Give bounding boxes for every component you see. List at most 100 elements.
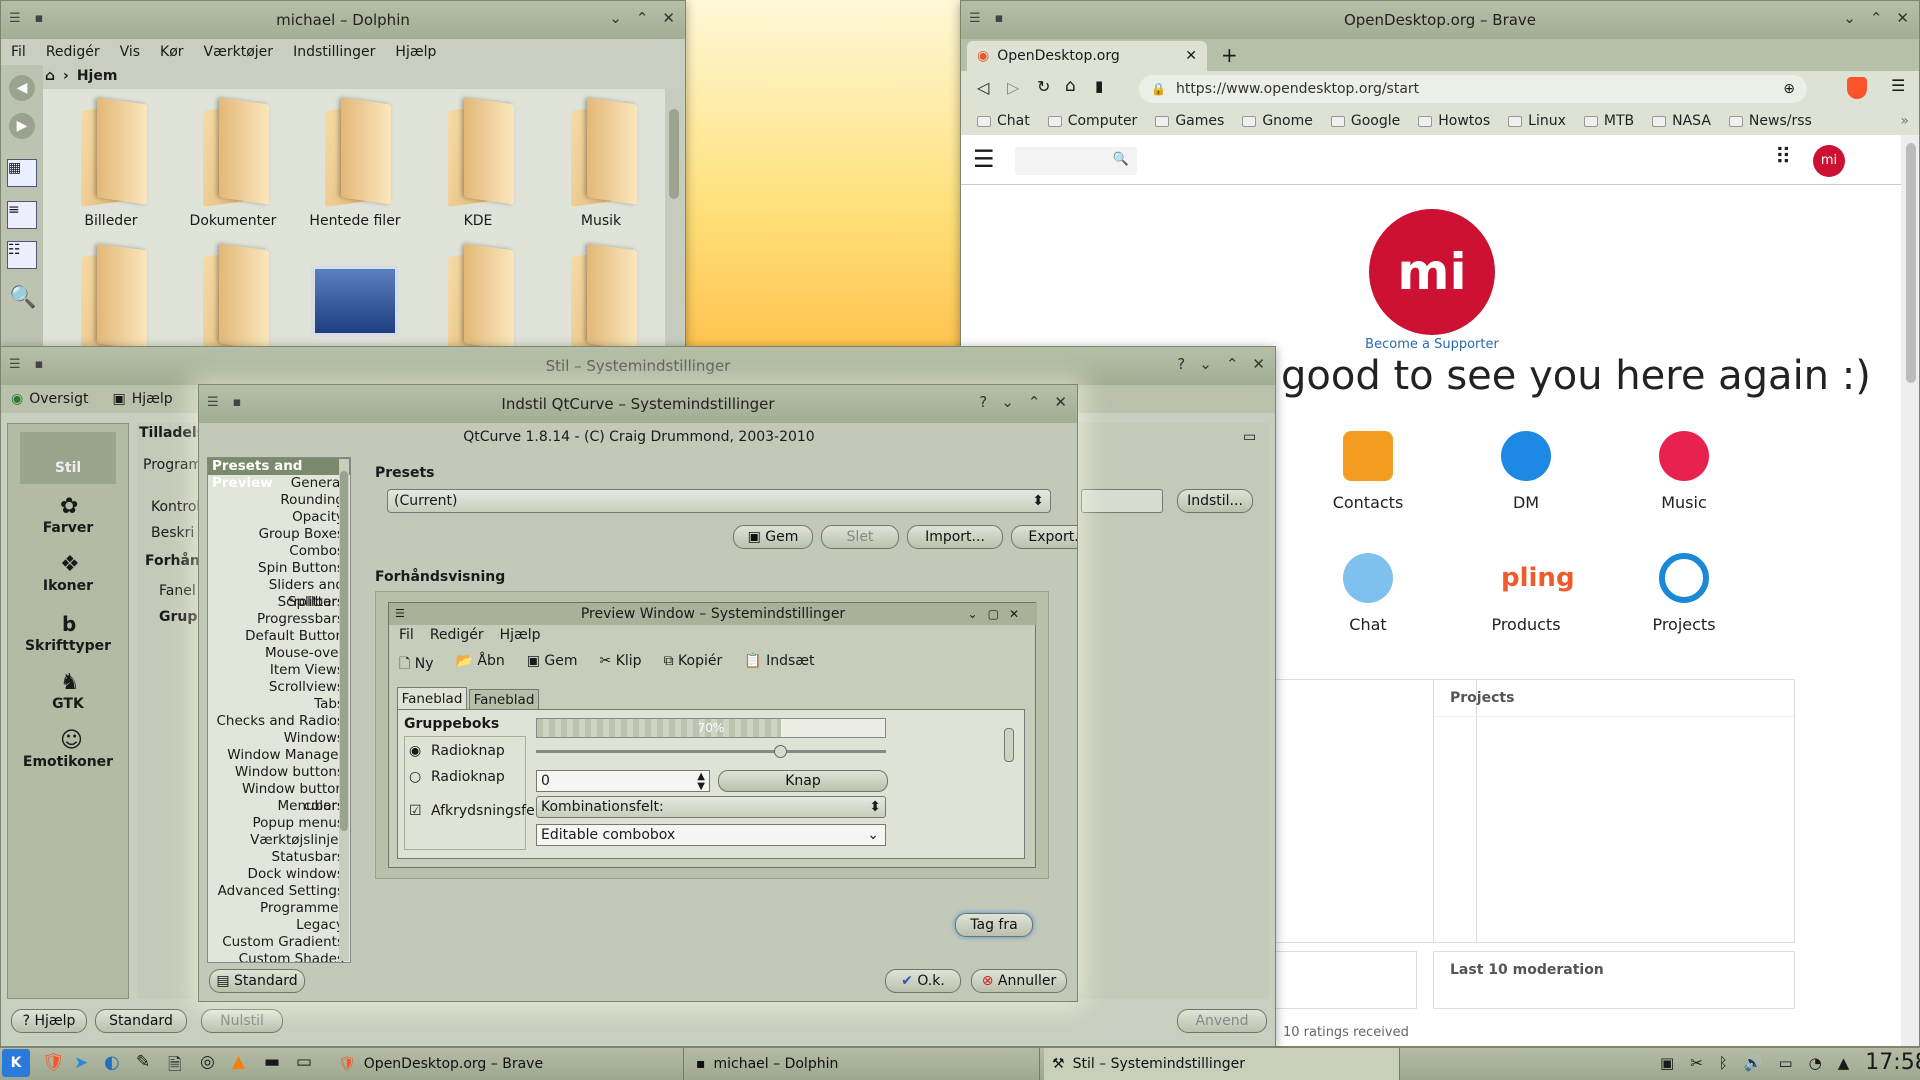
category-item[interactable]: Default Button xyxy=(208,628,350,645)
tab-program[interactable]: Program xyxy=(143,457,202,473)
category-item[interactable]: Window buttons xyxy=(208,764,350,781)
checkbox-label[interactable]: Afkrydsningsfelt xyxy=(431,803,544,819)
qtc-standard-button[interactable]: ▤ Standard xyxy=(209,969,305,993)
minimize-icon[interactable]: ⌄ xyxy=(968,607,988,621)
icons-view-icon[interactable]: ▦ xyxy=(7,159,37,187)
menu-fil[interactable]: Fil xyxy=(11,44,26,60)
bookmark-games[interactable]: Games xyxy=(1155,113,1224,129)
help-icon[interactable]: ? xyxy=(979,393,987,411)
bookmark-icon[interactable]: ▮ xyxy=(1095,77,1103,95)
window-menu-icon[interactable]: ☰ xyxy=(969,11,981,26)
preview-menu-hjaelp[interactable]: Hjælp xyxy=(500,627,541,643)
folder-icon[interactable] xyxy=(71,243,151,347)
overview-button[interactable]: ◉ Oversigt xyxy=(11,391,88,407)
app-products[interactable]: pling Products xyxy=(1471,553,1581,634)
task-stil[interactable]: ⚒ Stil – Systemindstillinger xyxy=(1044,1048,1400,1080)
stil-combo-right[interactable] xyxy=(1081,489,1163,513)
terminal-launcher-icon[interactable]: ▭ xyxy=(296,1052,312,1072)
stil-titlebar[interactable]: ☰ ▪ Stil – Systemindstillinger ? ⌄ ⌃ ✕ xyxy=(1,347,1275,385)
category-item[interactable]: Custom Gradients xyxy=(208,934,350,951)
category-item[interactable]: Presets and Preview xyxy=(208,458,350,491)
category-item[interactable]: Combos xyxy=(208,543,350,560)
folder-icon[interactable] xyxy=(561,97,641,211)
back-icon[interactable]: ◁ xyxy=(977,78,989,97)
stil-help-button[interactable]: ▣ Hjælp xyxy=(112,391,172,407)
tab-opendesktop[interactable]: ◉ OpenDesktop.org ✕ xyxy=(967,41,1207,71)
folder-icon[interactable] xyxy=(438,243,518,347)
category-item[interactable]: Opacity xyxy=(208,509,350,526)
category-item[interactable]: Advanced Settings xyxy=(208,883,350,900)
become-supporter-link[interactable]: Become a Supporter xyxy=(1321,337,1543,352)
folder-label-hentede[interactable]: Hentede filer xyxy=(295,213,415,229)
close-icon[interactable]: ✕ xyxy=(1054,393,1067,411)
window-menu-icon[interactable]: ☰ xyxy=(395,603,405,625)
profile-avatar[interactable]: mi xyxy=(1369,209,1495,335)
folder-icon[interactable] xyxy=(561,243,641,347)
editor-launcher-icon[interactable]: ✎ xyxy=(136,1052,150,1072)
bookmark-chat[interactable]: Chat xyxy=(977,113,1030,129)
category-item[interactable]: Popup menus xyxy=(208,815,350,832)
files-launcher-icon[interactable]: ▬ xyxy=(264,1052,280,1072)
combobox[interactable]: Kombinationsfelt: ⬍ xyxy=(536,796,886,818)
editable-combobox[interactable]: Editable combobox ⌄ xyxy=(536,824,886,846)
vlc-launcher-icon[interactable]: ▲ xyxy=(232,1052,245,1072)
category-item[interactable]: Legacy xyxy=(208,917,350,934)
bookmark-computer[interactable]: Computer xyxy=(1047,113,1137,129)
category-item[interactable]: Sliders and Scrollbars xyxy=(208,577,350,610)
desktop-folder-icon[interactable] xyxy=(311,265,399,337)
browser-launcher-icon[interactable]: ◐ xyxy=(104,1052,120,1073)
category-item[interactable]: Checks and Radios xyxy=(208,713,350,730)
site-search-input[interactable]: 🔍 xyxy=(1015,147,1137,175)
stil-nulstil-button[interactable]: Nulstil xyxy=(201,1009,283,1033)
kdeconnect-icon[interactable]: ✂ xyxy=(1690,1054,1703,1072)
battery-icon[interactable]: ▭ xyxy=(1778,1054,1792,1072)
document-launcher-icon[interactable]: 🗎 xyxy=(168,1052,182,1080)
radio-unchecked[interactable]: ○ xyxy=(409,769,421,785)
stil-anvend-button[interactable]: Anvend xyxy=(1177,1009,1267,1033)
slider-track[interactable] xyxy=(536,750,886,753)
ok-button[interactable]: ✔ O.k. xyxy=(885,969,961,993)
stil-standard-button[interactable]: Standard xyxy=(95,1009,187,1033)
folder-icon[interactable] xyxy=(315,97,395,211)
pin-icon[interactable]: ▪ xyxy=(233,395,242,410)
more-bookmarks-icon[interactable]: » xyxy=(1900,113,1909,129)
preview-menu-rediger[interactable]: Redigér xyxy=(430,627,484,643)
menu-vaerktojer[interactable]: Værktøjer xyxy=(204,44,274,60)
steam-launcher-icon[interactable]: ◎ xyxy=(200,1052,215,1072)
home-icon[interactable]: ⌂ xyxy=(45,68,55,84)
knap-button[interactable]: Knap xyxy=(718,770,888,792)
menu-indstillinger[interactable]: Indstillinger xyxy=(293,44,375,60)
compact-view-icon[interactable]: ≡ xyxy=(7,201,37,229)
tray-expand-icon[interactable]: ▲ xyxy=(1838,1054,1850,1072)
back-icon[interactable]: ◀ xyxy=(9,75,35,101)
category-item[interactable]: Window button colors xyxy=(208,781,350,814)
tab-fane[interactable]: Fanel xyxy=(159,583,196,599)
zoom-icon[interactable]: ⊕ xyxy=(1783,81,1795,97)
page-scrollbar[interactable] xyxy=(1901,135,1919,1046)
menu-icon[interactable]: ☰ xyxy=(1891,76,1905,95)
task-brave[interactable]: 🛡 OpenDesktop.org – Brave xyxy=(330,1048,684,1080)
category-item[interactable]: Tabs xyxy=(208,696,350,713)
apps-grid-icon[interactable]: ⠿ xyxy=(1775,145,1791,170)
telegram-launcher-icon[interactable]: ➤ xyxy=(74,1053,88,1073)
url-text[interactable]: https://www.opendesktop.org/start xyxy=(1176,81,1419,97)
menu-rediger[interactable]: Redigér xyxy=(46,44,100,60)
brave-launcher-icon[interactable]: 🛡 xyxy=(42,1052,65,1073)
maximize-icon[interactable]: ⌃ xyxy=(636,9,649,27)
preset-gem-button[interactable]: ▣ Gem xyxy=(733,525,813,549)
category-item[interactable]: Spin Buttons xyxy=(208,560,350,577)
wifi-icon[interactable]: ◔ xyxy=(1809,1054,1822,1072)
category-item[interactable]: Dock windows xyxy=(208,866,350,883)
app-contacts[interactable]: Contacts xyxy=(1313,431,1423,512)
preview-tab-1[interactable]: Faneblad 1 xyxy=(397,687,467,729)
side-stil[interactable]: Stil xyxy=(20,432,116,484)
qtcurve-titlebar[interactable]: ☰ ▪ Indstil QtCurve – Systemindstillinger… xyxy=(199,385,1077,423)
tool-ny[interactable]: 🗋 Ny xyxy=(399,653,433,677)
category-item[interactable]: Scrollviews xyxy=(208,679,350,696)
category-item[interactable]: Window Manager xyxy=(208,747,350,764)
brave-shields-icon[interactable] xyxy=(1847,77,1867,99)
forward-icon[interactable]: ▶ xyxy=(9,113,35,139)
bookmark-howtos[interactable]: Howtos xyxy=(1418,113,1490,129)
details-view-icon[interactable]: ☷ xyxy=(7,241,37,269)
stil-help-bottom[interactable]: ? Hjælp xyxy=(11,1009,87,1033)
